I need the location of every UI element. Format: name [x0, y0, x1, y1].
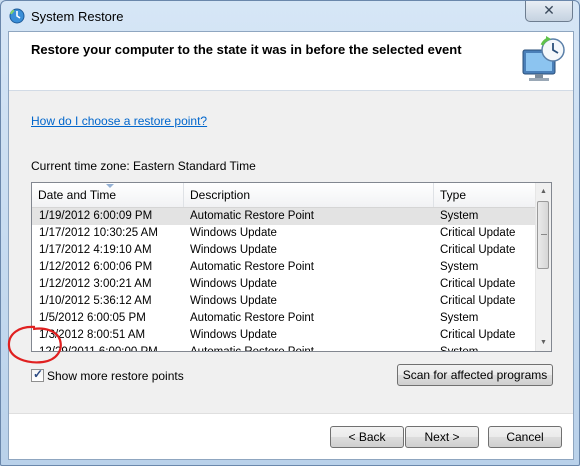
wizard-content: Restore your computer to the state it wa… [8, 31, 574, 460]
system-restore-icon [9, 8, 25, 24]
window-title: System Restore [31, 9, 124, 24]
table-row[interactable]: 1/3/2012 8:00:51 AM Windows Update Critica… [32, 327, 536, 344]
sort-ascending-icon [106, 184, 114, 188]
table-row[interactable]: 1/5/2012 6:00:05 PM Automatic Restore Poi… [32, 310, 536, 327]
cell-description: Windows Update [190, 244, 277, 256]
scroll-grip-icon [541, 234, 547, 235]
scroll-down-icon[interactable]: ▼ [536, 334, 551, 351]
cell-description: Windows Update [190, 278, 277, 290]
back-button[interactable]: < Back [330, 426, 404, 448]
close-button[interactable]: ✕ [525, 1, 573, 22]
title-bar: System Restore ✕ [1, 1, 579, 31]
column-header-description-label: Description [190, 188, 251, 202]
system-restore-window: System Restore ✕ Restore your computer t… [0, 0, 580, 466]
cell-description: Automatic Restore Point [190, 261, 315, 273]
cell-type: System [440, 312, 479, 324]
cell-type: Critical Update [440, 295, 516, 307]
show-more-checkbox[interactable]: ✓ [31, 367, 44, 382]
table-row[interactable]: 1/10/2012 5:36:12 AM Windows Update Critic… [32, 293, 536, 310]
cancel-button[interactable]: Cancel [488, 426, 562, 448]
table-row[interactable]: 1/19/2012 6:00:09 PM Automatic Restore Po… [32, 208, 536, 225]
cell-description: Automatic Restore Point [190, 210, 315, 222]
scan-affected-programs-button[interactable]: Scan for affected programs [397, 364, 553, 386]
cell-type: Critical Update [440, 227, 516, 239]
page-title: Restore your computer to the state it wa… [31, 42, 462, 57]
restore-monitor-clock-icon [522, 36, 565, 81]
vertical-scrollbar[interactable]: ▲ ▼ [535, 183, 551, 351]
cell-description: Windows Update [190, 227, 277, 239]
cell-type: Critical Update [440, 329, 516, 341]
cell-type: Critical Update [440, 278, 516, 290]
show-more-label: Show more restore points [47, 369, 184, 383]
restore-points-list[interactable]: Date and Time Description Type 1/19/2012… [31, 182, 552, 352]
table-row[interactable]: 1/12/2012 6:00:06 PM Automatic Restore Po… [32, 259, 536, 276]
cell-date: 1/17/2012 10:30:25 AM [39, 227, 158, 239]
table-row[interactable]: 1/12/2012 3:00:21 AM Windows Update Critic… [32, 276, 536, 293]
timezone-label: Current time zone: Eastern Standard Time [31, 159, 256, 173]
list-rows: 1/19/2012 6:00:09 PM Automatic Restore Po… [32, 208, 536, 352]
column-header-date-label: Date and Time [38, 188, 117, 202]
table-row[interactable]: 1/17/2012 4:19:10 AM Windows Update Critic… [32, 242, 536, 259]
list-header: Date and Time Description Type [32, 183, 536, 208]
choose-restore-point-help-link[interactable]: How do I choose a restore point? [31, 114, 207, 128]
cell-date: 1/19/2012 6:00:09 PM [39, 210, 153, 222]
cell-description: Windows Update [190, 329, 277, 341]
scroll-up-icon[interactable]: ▲ [536, 183, 551, 200]
red-circle-annotation [7, 325, 62, 364]
cell-type: System [440, 261, 479, 273]
cell-type: System [440, 346, 479, 352]
cell-date: 1/12/2012 3:00:21 AM [39, 278, 152, 290]
scroll-thumb[interactable] [537, 201, 549, 269]
column-header-date[interactable]: Date and Time [32, 183, 184, 207]
cell-date: 1/17/2012 4:19:10 AM [39, 244, 152, 256]
table-row[interactable]: 12/29/2011 6:00:00 PM Automatic Restore P… [32, 344, 536, 352]
cell-date: 1/10/2012 5:36:12 AM [39, 295, 152, 307]
cell-type: Critical Update [440, 244, 516, 256]
next-button[interactable]: Next > [405, 426, 479, 448]
cell-description: Automatic Restore Point [190, 346, 315, 352]
column-header-type[interactable]: Type [434, 183, 536, 207]
cell-date: 1/12/2012 6:00:06 PM [39, 261, 153, 273]
wizard-header: Restore your computer to the state it wa… [9, 32, 573, 90]
close-icon: ✕ [543, 2, 555, 18]
cell-description: Windows Update [190, 295, 277, 307]
column-header-type-label: Type [440, 188, 467, 202]
column-header-description[interactable]: Description [184, 183, 434, 207]
checkmark-icon: ✓ [33, 367, 44, 381]
table-row[interactable]: 1/17/2012 10:30:25 AM Windows Update Criti… [32, 225, 536, 242]
cell-description: Automatic Restore Point [190, 312, 315, 324]
cell-type: System [440, 210, 479, 222]
footer-divider [9, 413, 573, 414]
